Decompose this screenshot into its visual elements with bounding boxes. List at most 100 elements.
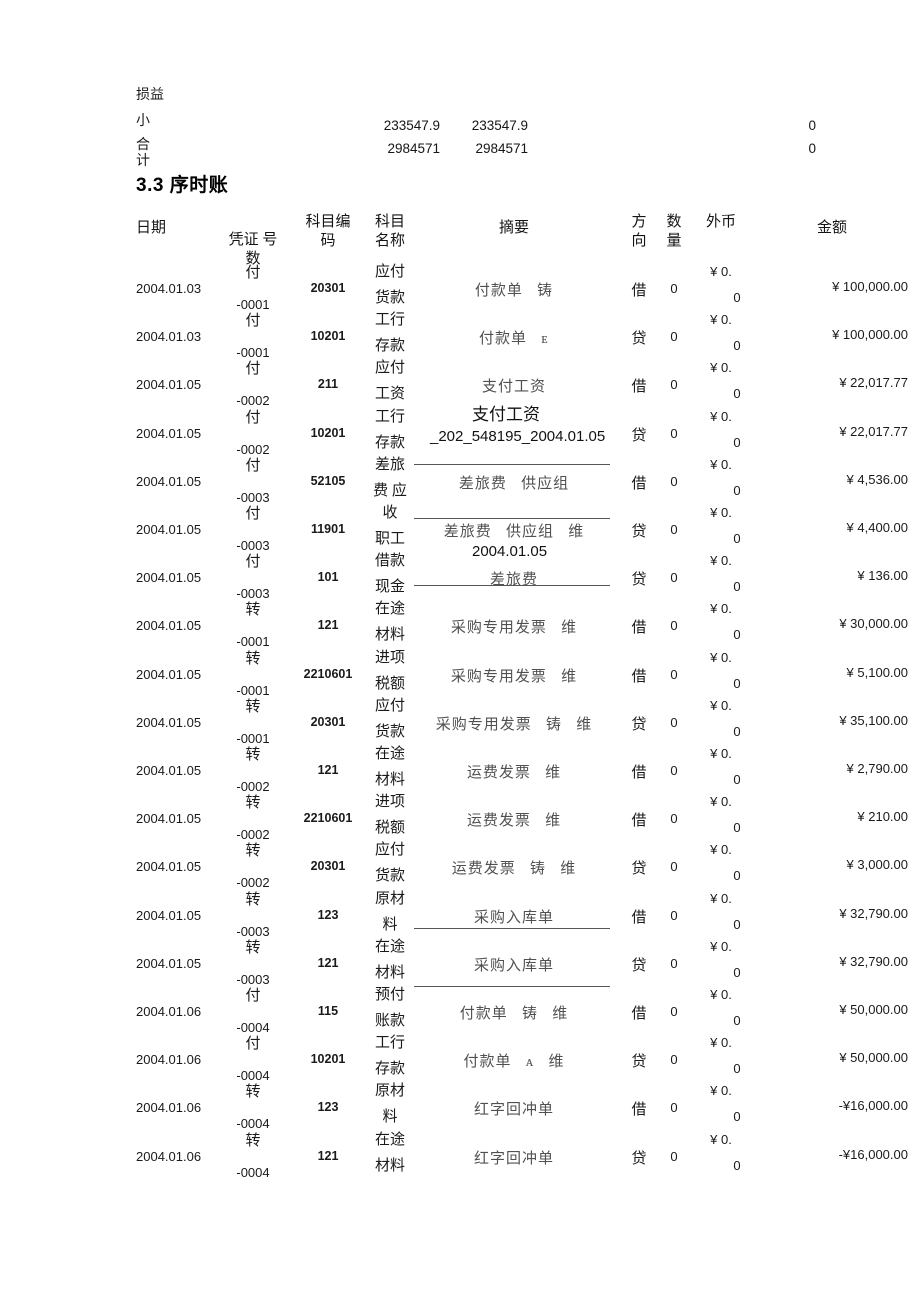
cell-account-name-line2: 存款 — [374, 338, 405, 355]
cell-quantity: 0 — [670, 714, 678, 730]
cell-account-code: 123 — [317, 1100, 339, 1115]
cell-amount: ¥ 100,000.00 — [832, 279, 908, 294]
cell-summary: 采购专用发票 维 — [450, 668, 578, 685]
cell-account-name-line2: 材料 — [374, 1157, 405, 1174]
cell-foreign-currency-line2: 0 — [733, 338, 741, 354]
cell-foreign-currency-line1: ¥ 0. — [710, 746, 732, 761]
cell-summary: 采购入库单 — [473, 957, 554, 974]
cell-foreign-currency-line1: ¥ 0. — [710, 456, 732, 472]
cell-voucher-prefix: 付 — [245, 988, 261, 1004]
cell-direction: 贷 — [631, 331, 647, 348]
cell-foreign-currency-line1: ¥ 0. — [710, 360, 732, 376]
cell-direction: 借 — [631, 668, 647, 685]
cell-amount: ¥ 136.00 — [857, 568, 908, 584]
cell-summary: 采购入库单 — [473, 909, 554, 926]
cell-voucher-prefix: 转 — [245, 891, 261, 908]
cell-voucher-prefix: 付 — [245, 361, 261, 378]
cell-account-code: 10201 — [310, 1052, 346, 1067]
cell-direction: 借 — [631, 813, 647, 830]
page-title: 3.3 序时账 — [136, 175, 229, 196]
cell-account-name-line2: 货款 — [374, 723, 405, 740]
cell-account-name-line1: 差旅 — [374, 456, 405, 473]
cell-foreign-currency-line2: 0 — [733, 675, 741, 691]
cell-foreign-currency-line1: ¥ 0. — [710, 601, 732, 617]
cell-account-code: 121 — [317, 955, 339, 970]
cell-amount: ¥ 30,000.00 — [839, 616, 908, 632]
carry-over-value-subtotal-credit: 233547.9 — [471, 118, 528, 133]
cell-summary: 运费发票 铸 维 — [451, 861, 577, 878]
cell-voucher-prefix: 转 — [245, 1132, 261, 1149]
cell-account-name-line2: 费 应 — [373, 482, 407, 499]
cell-date: 2004.01.05 — [136, 907, 202, 923]
cell-quantity: 0 — [670, 859, 678, 875]
cell-quantity: 0 — [670, 666, 678, 682]
cell-foreign-currency-line2: 0 — [733, 964, 741, 980]
cell-foreign-currency-line2: 0 — [733, 868, 741, 884]
carry-over-value-total-other: 0 — [808, 141, 816, 156]
carry-over-totals: 损益 小 合 计 233547.9 233547.9 0 2984571 298… — [0, 0, 920, 170]
cell-direction: 借 — [631, 1006, 647, 1022]
cell-amount: -¥16,000.00 — [838, 1146, 908, 1162]
cell-date: 2004.01.06 — [136, 1100, 202, 1116]
cell-foreign-currency-line1: ¥ 0. — [710, 649, 732, 665]
cell-foreign-currency-line2: 0 — [733, 1061, 741, 1077]
cell-direction: 贷 — [631, 524, 647, 540]
cell-summary: 付款单 ᴀ 维 — [463, 1054, 565, 1071]
cell-account-name-line1: 借款 — [374, 553, 405, 570]
cell-voucher-suffix: -0004 — [236, 1164, 270, 1180]
cell-amount: ¥ 4,536.00 — [846, 471, 908, 487]
cell-account-name-line1: 在途 — [374, 938, 405, 955]
cell-quantity: 0 — [670, 1100, 678, 1116]
cell-summary: 差旅费 — [489, 572, 538, 589]
cell-quantity: 0 — [670, 1004, 678, 1019]
cell-account-name-line2: 料 — [382, 1109, 398, 1126]
cell-account-code: 20301 — [310, 281, 346, 295]
cell-account-name-line1: 工行 — [374, 1035, 405, 1052]
carry-over-value-subtotal-debit: 233547.9 — [383, 118, 440, 133]
cell-foreign-currency-line2: 0 — [733, 579, 741, 595]
cell-quantity: 0 — [670, 1052, 678, 1068]
cell-account-name-line1: 工行 — [374, 408, 405, 425]
cell-quantity: 0 — [670, 618, 678, 634]
cell-date: 2004.01.06 — [136, 1148, 202, 1164]
cell-date: 2004.01.05 — [136, 763, 202, 778]
cell-foreign-currency-line2: 0 — [733, 482, 741, 498]
cell-voucher-prefix: 转 — [245, 747, 261, 763]
cell-account-name-line2: 存款 — [374, 1061, 405, 1078]
carry-over-label-2: 合 — [136, 138, 150, 153]
carry-over-value-total-debit: 2984571 — [387, 141, 440, 156]
cell-direction: 贷 — [631, 427, 647, 444]
cell-summary: 红字回冲单 — [473, 1150, 554, 1167]
cell-direction: 借 — [631, 909, 647, 926]
table-row[interactable]: 2004.01.06 转 -0004 121 在途 材料 红字回冲单贷 0 ¥ 0. 0 -¥16,… — [0, 1132, 920, 1201]
cell-account-name-line2: 货款 — [374, 868, 405, 885]
cell-foreign-currency-line1: ¥ 0. — [710, 1131, 732, 1147]
carry-over-label-0: 损益 — [136, 88, 164, 103]
cell-direction: 贷 — [631, 1150, 647, 1167]
cell-voucher-prefix: 转 — [245, 650, 261, 667]
cell-foreign-currency-line1: ¥ 0. — [710, 938, 732, 954]
cell-amount: -¥16,000.00 — [838, 1098, 908, 1114]
cell-foreign-currency-line1: ¥ 0. — [710, 1035, 732, 1051]
cell-account-name-line2: 税额 — [374, 675, 405, 692]
cell-date: 2004.01.05 — [136, 811, 202, 827]
cell-quantity: 0 — [670, 329, 678, 345]
cell-voucher-prefix: 付 — [245, 506, 261, 522]
carry-over-value-subtotal-other: 0 — [808, 118, 816, 133]
cell-account-name-line2: 材料 — [374, 772, 405, 788]
cell-account-code: 20301 — [310, 859, 346, 874]
cell-direction: 贷 — [631, 716, 647, 733]
cell-voucher-prefix: 转 — [245, 843, 261, 860]
cell-foreign-currency-line2: 0 — [733, 1013, 741, 1028]
column-header-name: 科目 名称 — [374, 214, 405, 249]
cell-foreign-currency-line2: 0 — [733, 531, 741, 546]
cell-account-name-line1: 预付 — [374, 987, 405, 1003]
cell-voucher-prefix: 付 — [245, 457, 261, 474]
cell-quantity: 0 — [670, 570, 678, 586]
annotation-reference-note: _202_548195_2004.01.05 — [430, 428, 606, 445]
cell-account-code: 2210601 — [303, 811, 353, 826]
cell-account-name-line1: 应付 — [374, 264, 405, 280]
cell-amount: ¥ 22,017.77 — [839, 375, 908, 391]
cell-account-code: 11901 — [310, 522, 346, 536]
cell-foreign-currency-line1: ¥ 0. — [710, 408, 732, 424]
